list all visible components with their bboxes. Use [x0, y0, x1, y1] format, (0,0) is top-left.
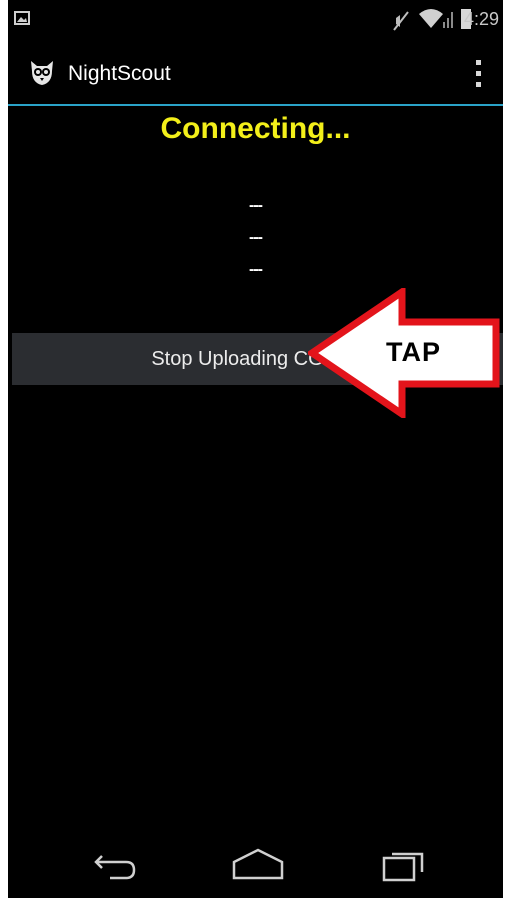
status-time: 4:29 — [463, 9, 499, 29]
back-icon[interactable] — [90, 844, 140, 889]
phone-screen: 4:29 NightScout Connecting... --- --- --… — [8, 0, 503, 898]
overflow-menu-icon[interactable] — [471, 56, 485, 92]
recent-apps-icon[interactable] — [380, 844, 428, 889]
signal-icon — [442, 8, 456, 35]
reading-value: --- — [249, 261, 263, 278]
app-title: NightScout — [68, 62, 171, 85]
mute-icon — [391, 10, 411, 37]
nightscout-owl-icon[interactable] — [28, 57, 56, 92]
action-bar: NightScout — [8, 44, 503, 106]
home-icon[interactable] — [230, 844, 286, 889]
tap-label: TAP — [386, 337, 441, 367]
status-bar: 4:29 — [8, 0, 503, 44]
reading-value: --- — [249, 229, 263, 246]
image-notification-icon — [14, 10, 30, 31]
connection-status: Connecting... — [160, 112, 351, 145]
navigation-bar — [8, 834, 503, 898]
reading-value: --- — [249, 197, 263, 214]
wifi-icon — [418, 6, 444, 35]
